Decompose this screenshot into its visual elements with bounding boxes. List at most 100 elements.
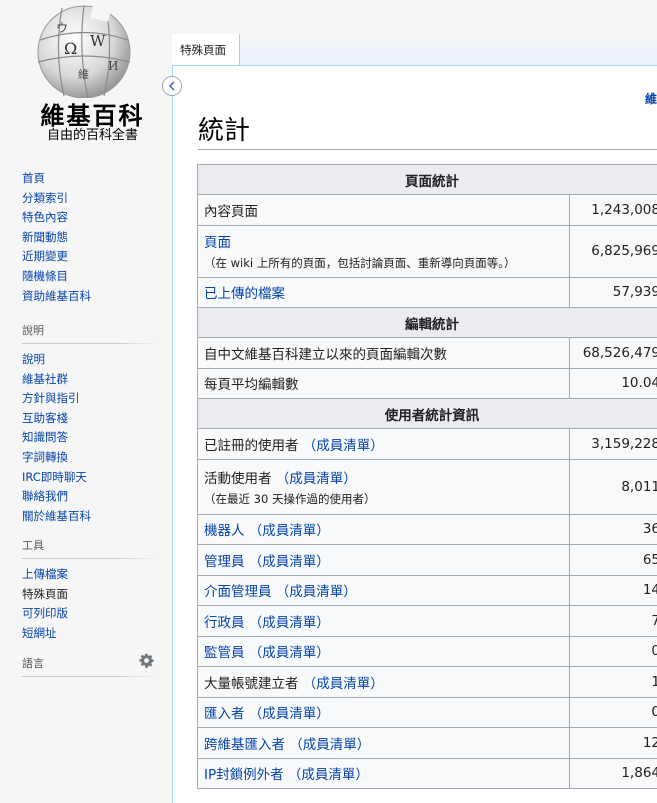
user-group-name[interactable]: IP封鎖例外者 <box>204 767 284 783</box>
user-group-members-link[interactable]: （成員清單） <box>249 706 330 722</box>
nav-main: 首頁 分類索引 特色內容 新聞動態 近期變更 隨機條目 資助維基百科 <box>22 169 156 306</box>
active-users-label: 活動使用者 <box>204 470 272 487</box>
nav-item-random[interactable]: 隨機條目 <box>22 267 156 287</box>
wikipedia-logo[interactable]: ウ Ω W 維 И 維基百科 自由的百科全書 <box>10 0 160 150</box>
collapse-sidebar-button[interactable] <box>162 76 182 96</box>
table-row: 跨維基匯入者 （成員清單） 12 <box>196 727 657 759</box>
nav-item-main-page[interactable]: 首頁 <box>22 169 156 189</box>
tools-item-short-url[interactable]: 短網址 <box>22 624 156 644</box>
table-row: 已註冊的使用者 （成員清單） 3,159,228 <box>196 428 657 460</box>
help-item-qa[interactable]: 知識問答 <box>22 428 156 448</box>
help-heading[interactable]: 說明 <box>22 322 156 344</box>
user-group-count: 1 <box>569 666 657 698</box>
table-row: 已上傳的檔案 57,939 <box>196 276 657 308</box>
nav-item-categories[interactable]: 分類索引 <box>22 189 156 209</box>
active-users-note: （在最近 30 天操作過的使用者） <box>204 491 376 506</box>
statistics-table: 頁面統計 內容頁面 1,243,008 頁面 （在 wiki 上所有的頁面，包括… <box>196 164 657 789</box>
user-stats-heading: 使用者統計資訊 <box>197 398 657 429</box>
user-group-count: 14 <box>569 574 657 606</box>
user-group-name[interactable]: 行政員 <box>204 615 245 631</box>
table-row: 大量帳號建立者 （成員清單） 1 <box>196 666 657 698</box>
uploaded-files-value: 57,939 <box>569 276 657 308</box>
pages-link[interactable]: 頁面 <box>204 235 231 251</box>
user-group-members-link[interactable]: （成員清單） <box>276 584 357 600</box>
user-group-members-link[interactable]: （成員清單） <box>249 615 330 631</box>
user-group-rows: 機器人 （成員清單） 36 管理員 （成員清單） 65 介面管理員 （成員清單） 14 行政… <box>196 513 657 789</box>
user-group-members-link[interactable]: （成員清單） <box>249 554 330 570</box>
user-group-name: 大量帳號建立者 <box>204 675 299 692</box>
languages-portal: 語言 <box>22 653 156 683</box>
user-group-count: 0 <box>569 635 657 667</box>
table-section-header: 頁面統計 <box>197 164 657 195</box>
svg-text:維: 維 <box>78 68 89 81</box>
help-item-contact[interactable]: 聯絡我們 <box>22 487 156 507</box>
help-item-policy[interactable]: 方針與指引 <box>22 389 156 409</box>
table-section-header: 編輯統計 <box>197 307 657 338</box>
pages-value: 6,825,969 <box>569 224 657 278</box>
table-row: 匯入者 （成員清單） 0 <box>196 696 657 728</box>
registered-members-link[interactable]: （成員清單） <box>303 438 384 454</box>
tools-item-special-pages[interactable]: 特殊頁面 <box>22 585 156 605</box>
svg-text:И: И <box>108 59 118 73</box>
svg-text:W: W <box>90 32 106 50</box>
content-area: 維 統計 頁面統計 內容頁面 1,243,008 頁面 （在 wiki 上所有的… <box>172 65 657 803</box>
help-item-conversion[interactable]: 字詞轉換 <box>22 448 156 468</box>
title-divider <box>198 149 657 150</box>
nav-item-recent-changes[interactable]: 近期變更 <box>22 247 156 267</box>
table-row: 介面管理員 （成員清單） 14 <box>196 574 657 606</box>
table-row: 管理員 （成員清單） 65 <box>196 544 657 576</box>
registered-users-label: 已註冊的使用者 <box>204 437 299 454</box>
user-group-members-link[interactable]: （成員清單） <box>288 767 369 783</box>
table-row: IP封鎖例外者 （成員清單） 1,864 <box>196 757 657 789</box>
uploaded-files-link[interactable]: 已上傳的檔案 <box>204 286 285 302</box>
help-item-village-pump[interactable]: 互助客棧 <box>22 409 156 429</box>
table-row: 監管員 （成員清單） 0 <box>196 635 657 667</box>
active-members-link[interactable]: （成員清單） <box>276 471 357 487</box>
tools-heading[interactable]: 工具 <box>22 537 156 559</box>
help-item-irc[interactable]: IRC即時聊天 <box>22 468 156 488</box>
user-group-count: 12 <box>569 727 657 759</box>
language-link[interactable]: 維 <box>645 90 657 107</box>
help-item-about[interactable]: 關於維基百科 <box>22 507 156 527</box>
table-row: 活動使用者 （成員清單） （在最近 30 天操作過的使用者） 8,011 <box>196 458 657 515</box>
user-group-members-link[interactable]: （成員清單） <box>289 737 370 753</box>
table-row: 機器人 （成員清單） 36 <box>196 513 657 545</box>
user-group-count: 1,864 <box>569 757 657 789</box>
nav-item-donate[interactable]: 資助維基百科 <box>22 287 156 307</box>
nav-item-news[interactable]: 新聞動態 <box>22 228 156 248</box>
user-group-members-link[interactable]: （成員清單） <box>249 523 330 539</box>
user-group-name[interactable]: 匯入者 <box>204 706 245 722</box>
help-item-help[interactable]: 說明 <box>22 350 156 370</box>
edit-stats-heading: 編輯統計 <box>197 307 657 338</box>
user-group-members-link[interactable]: （成員清單） <box>249 645 330 661</box>
page-title: 統計 <box>198 116 251 146</box>
avg-edits-value: 10.04 <box>569 367 657 399</box>
tab-special-page[interactable]: 特殊頁面 <box>172 34 240 66</box>
user-group-count: 7 <box>569 605 657 637</box>
table-row: 自中文維基百科建立以來的頁面編輯次數 68,526,479 <box>196 337 657 369</box>
user-group-name[interactable]: 介面管理員 <box>204 584 272 600</box>
user-group-name[interactable]: 管理員 <box>204 554 245 570</box>
table-row: 每頁平均編輯數 10.04 <box>196 367 657 399</box>
user-group-count: 36 <box>569 513 657 545</box>
total-edits-label: 自中文維基百科建立以來的頁面編輯次數 <box>196 337 571 369</box>
tab-strip <box>240 34 657 65</box>
content-pages-label: 內容頁面 <box>196 194 571 226</box>
tools-item-upload[interactable]: 上傳檔案 <box>22 565 156 585</box>
gear-icon[interactable] <box>139 653 154 668</box>
tools-portal: 工具 上傳檔案 特殊頁面 可列印版 短網址 <box>22 537 156 643</box>
sidebar: ウ Ω W 維 И 維基百科 自由的百科全書 首頁 分類索引 特色內容 新聞動態… <box>0 0 172 803</box>
tools-item-printable[interactable]: 可列印版 <box>22 604 156 624</box>
pages-note: （在 wiki 上所有的頁面，包括討論頁面、重新導向頁面等。） <box>204 256 516 270</box>
user-group-name[interactable]: 機器人 <box>204 523 245 539</box>
chevron-left-icon <box>168 81 175 91</box>
svg-text:ウ: ウ <box>56 21 68 35</box>
svg-text:Ω: Ω <box>64 39 77 58</box>
page-stats-heading: 頁面統計 <box>197 164 657 195</box>
user-group-name[interactable]: 跨維基匯入者 <box>204 737 285 753</box>
nav-item-featured[interactable]: 特色內容 <box>22 208 156 228</box>
help-item-community[interactable]: 維基社群 <box>22 370 156 390</box>
user-group-name[interactable]: 監管員 <box>204 645 245 661</box>
table-row: 頁面 （在 wiki 上所有的頁面，包括討論頁面、重新導向頁面等。） 6,825… <box>196 224 657 278</box>
user-group-members-link[interactable]: （成員清單） <box>303 676 384 692</box>
